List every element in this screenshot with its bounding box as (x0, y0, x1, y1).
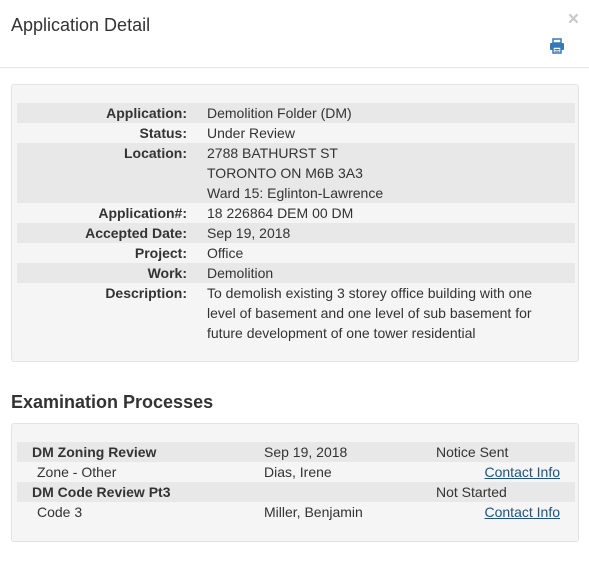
detail-label: Accepted Date: (17, 223, 193, 243)
location-line: 2788 BATHURST ST (207, 145, 338, 161)
detail-value: Under Review (207, 125, 295, 141)
exam-row-examiner: Code 3 Miller, Benjamin Contact Info (17, 502, 575, 522)
examination-processes-table: DM Zoning Review Sep 19, 2018 Notice Sen… (17, 442, 575, 522)
description-line: future development of one tower resident… (207, 325, 476, 341)
detail-row-application: Application: Demolition Folder (DM) (17, 103, 575, 123)
detail-row-location: Location: 2788 BATHURST ST TORONTO ON M6… (17, 143, 575, 203)
examiner-name: Miller, Benjamin (264, 504, 363, 520)
application-detail-table: Application: Demolition Folder (DM) Stat… (17, 103, 575, 343)
exam-row-examiner: Zone - Other Dias, Irene Contact Info (17, 462, 575, 482)
detail-value: To demolish existing 3 storey office bui… (193, 283, 575, 343)
process-date: Sep 19, 2018 (250, 442, 436, 462)
examiner-type: Zone - Other (37, 464, 117, 480)
application-detail-panel: Application: Demolition Folder (DM) Stat… (11, 84, 579, 362)
detail-row-work: Work: Demolition (17, 263, 575, 283)
modal-header: Application Detail × (0, 0, 589, 68)
location-line: Ward 15: Eglinton-Lawrence (207, 185, 384, 201)
detail-row-status: Status: Under Review (17, 123, 575, 143)
exam-row-process: DM Code Review Pt3 Not Started (17, 482, 575, 502)
detail-label: Application: (17, 103, 193, 123)
detail-label: Project: (134, 245, 187, 261)
detail-row-description: Description: To demolish existing 3 stor… (17, 283, 575, 343)
detail-value: Sep 19, 2018 (193, 223, 575, 243)
process-status: Notice Sent (436, 442, 575, 462)
close-button[interactable]: × (568, 10, 579, 30)
process-name: DM Code Review Pt3 (17, 482, 250, 502)
detail-label: Status: (139, 125, 187, 141)
examiner-contact-cell: Contact Info (436, 502, 575, 522)
detail-value: 18 226864 DEM 00 DM (207, 205, 354, 221)
detail-value: Office (207, 245, 244, 261)
process-date (250, 482, 436, 502)
detail-label: Location: (17, 143, 193, 203)
process-name: DM Zoning Review (17, 442, 250, 462)
examiner-contact-cell: Contact Info (436, 462, 575, 482)
detail-row-project: Project: Office (17, 243, 575, 263)
detail-value: Demolition Folder (DM) (193, 103, 575, 123)
printer-icon[interactable] (549, 38, 565, 54)
detail-label: Description: (105, 285, 187, 301)
exam-row-process: DM Zoning Review Sep 19, 2018 Notice Sen… (17, 442, 575, 462)
detail-value: 2788 BATHURST ST TORONTO ON M6B 3A3 Ward… (193, 143, 575, 203)
examination-processes-title: Examination Processes (11, 392, 214, 412)
detail-row-accepted-date: Accepted Date: Sep 19, 2018 (17, 223, 575, 243)
description-line: level of basement and one level of sub b… (207, 305, 532, 321)
description-line: To demolish existing 3 storey office bui… (207, 285, 533, 301)
contact-info-link[interactable]: Contact Info (485, 504, 561, 520)
modal-title: Application Detail (11, 15, 151, 35)
detail-label: Work: (17, 263, 193, 283)
detail-row-application-number: Application#: 18 226864 DEM 00 DM (17, 203, 575, 223)
examiner-name: Dias, Irene (264, 464, 332, 480)
contact-info-link[interactable]: Contact Info (485, 464, 561, 480)
detail-value: Demolition (193, 263, 575, 283)
examiner-type: Code 3 (37, 504, 83, 520)
examination-processes-panel: DM Zoning Review Sep 19, 2018 Notice Sen… (11, 423, 579, 542)
location-line: TORONTO ON M6B 3A3 (207, 165, 363, 181)
process-status: Not Started (436, 482, 575, 502)
detail-label: Application#: (98, 205, 187, 221)
